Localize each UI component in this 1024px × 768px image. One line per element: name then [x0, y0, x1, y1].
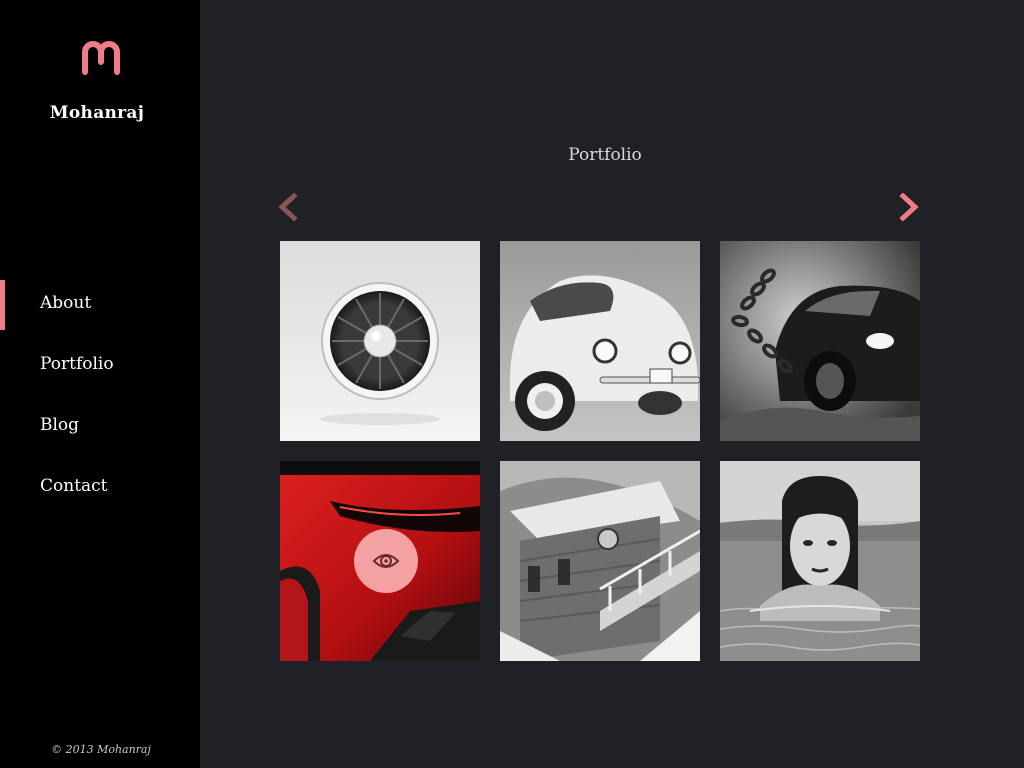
nav-item-label: Contact	[40, 476, 108, 496]
nav-item-label: Portfolio	[40, 354, 114, 374]
chevron-right-icon[interactable]	[897, 193, 921, 221]
nav-item-contact[interactable]: Contact	[0, 463, 200, 513]
nav-item-about[interactable]: About	[0, 280, 200, 330]
page-title: Portfolio	[568, 145, 642, 165]
eye-icon	[372, 554, 400, 568]
muscle-car-image	[720, 241, 920, 441]
portfolio-item[interactable]	[720, 241, 920, 441]
cabin-image	[500, 461, 700, 661]
portfolio-item[interactable]	[500, 241, 700, 441]
beetle-car-image	[500, 241, 700, 441]
main-content: Portfolio	[200, 0, 1024, 768]
view-button[interactable]	[354, 529, 418, 593]
brand-name[interactable]: Mohanraj	[0, 103, 194, 123]
m-logo-icon[interactable]	[80, 40, 122, 76]
nav-item-portfolio[interactable]: Portfolio	[0, 341, 200, 391]
portfolio-item[interactable]	[720, 461, 920, 661]
active-indicator	[0, 280, 5, 330]
sidebar: Mohanraj About Portfolio Blog Contact © …	[0, 0, 200, 768]
nav-item-label: Blog	[40, 415, 80, 435]
copyright-text: © 2013 Mohanraj	[51, 743, 151, 756]
portfolio-item[interactable]	[280, 461, 480, 661]
portfolio-item[interactable]	[280, 241, 480, 441]
app: Mohanraj About Portfolio Blog Contact © …	[0, 0, 1024, 768]
nav-item-blog[interactable]: Blog	[0, 402, 200, 452]
nav-item-label: About	[40, 293, 92, 313]
chevron-left-icon[interactable]	[276, 193, 300, 221]
main-nav: About Portfolio Blog Contact	[0, 280, 200, 524]
woman-in-water-image	[720, 461, 920, 661]
portfolio-item[interactable]	[500, 461, 700, 661]
jet-engine-image	[280, 241, 480, 441]
